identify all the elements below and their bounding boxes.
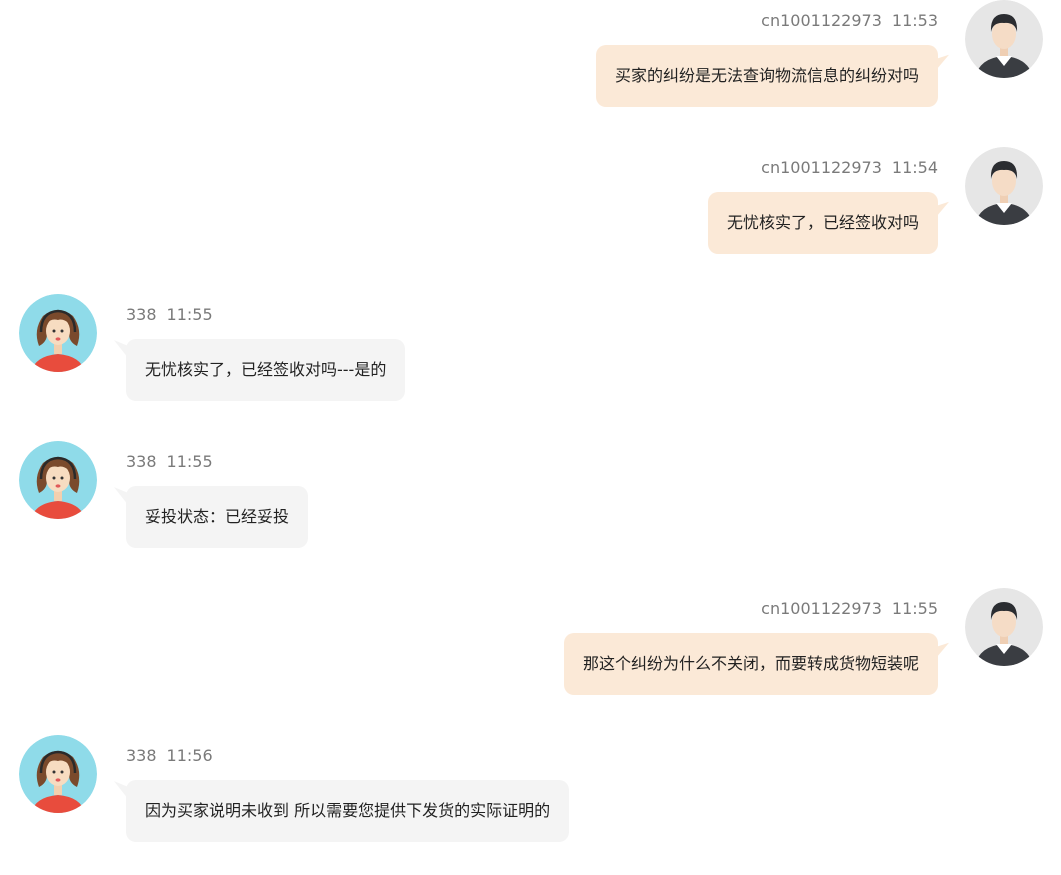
male-user-avatar-icon[interactable]	[965, 0, 1043, 78]
male-user-avatar-icon[interactable]	[965, 588, 1043, 666]
message-meta: 338 11:56	[126, 746, 213, 765]
chat-message: cn1001122973 11:53 买家的纠纷是无法查询物流信息的纠纷对吗	[0, 0, 1061, 120]
sender-name: cn1001122973	[761, 158, 882, 177]
message-meta: 338 11:55	[126, 305, 213, 324]
message-time: 11:56	[166, 746, 213, 765]
chat-message: cn1001122973 11:55 那这个纠纷为什么不关闭，而要转成货物短装呢	[0, 588, 1061, 708]
sender-name: 338	[126, 305, 157, 324]
message-meta: cn1001122973 11:53	[761, 11, 938, 30]
chat-message: 338 11:55 无忧核实了，已经签收对吗---是的	[0, 294, 1061, 414]
message-time: 11:55	[166, 305, 213, 324]
message-bubble: 那这个纠纷为什么不关闭，而要转成货物短装呢	[563, 633, 938, 695]
message-meta: cn1001122973 11:54	[761, 158, 938, 177]
message-time: 11:55	[166, 452, 213, 471]
message-time: 11:53	[891, 11, 938, 30]
chat-message: 338 11:55 妥投状态：已经妥投	[0, 441, 1061, 561]
message-meta: 338 11:55	[126, 452, 213, 471]
message-bubble: 妥投状态：已经妥投	[126, 486, 309, 548]
message-time: 11:54	[891, 158, 938, 177]
sender-name: 338	[126, 746, 157, 765]
sender-name: cn1001122973	[761, 11, 882, 30]
message-bubble: 无忧核实了，已经签收对吗	[707, 192, 938, 254]
chat-message: 338 11:56 因为买家说明未收到 所以需要您提供下发货的实际证明的	[0, 735, 1061, 855]
message-time: 11:55	[891, 599, 938, 618]
message-meta: cn1001122973 11:55	[761, 599, 938, 618]
support-agent-avatar-icon[interactable]	[19, 735, 97, 813]
message-bubble: 因为买家说明未收到 所以需要您提供下发货的实际证明的	[126, 780, 570, 842]
support-agent-avatar-icon[interactable]	[19, 294, 97, 372]
chat-message: cn1001122973 11:54 无忧核实了，已经签收对吗	[0, 147, 1061, 267]
support-agent-avatar-icon[interactable]	[19, 441, 97, 519]
male-user-avatar-icon[interactable]	[965, 147, 1043, 225]
sender-name: 338	[126, 452, 157, 471]
message-bubble: 买家的纠纷是无法查询物流信息的纠纷对吗	[595, 45, 938, 107]
sender-name: cn1001122973	[761, 599, 882, 618]
message-bubble: 无忧核实了，已经签收对吗---是的	[126, 339, 406, 401]
